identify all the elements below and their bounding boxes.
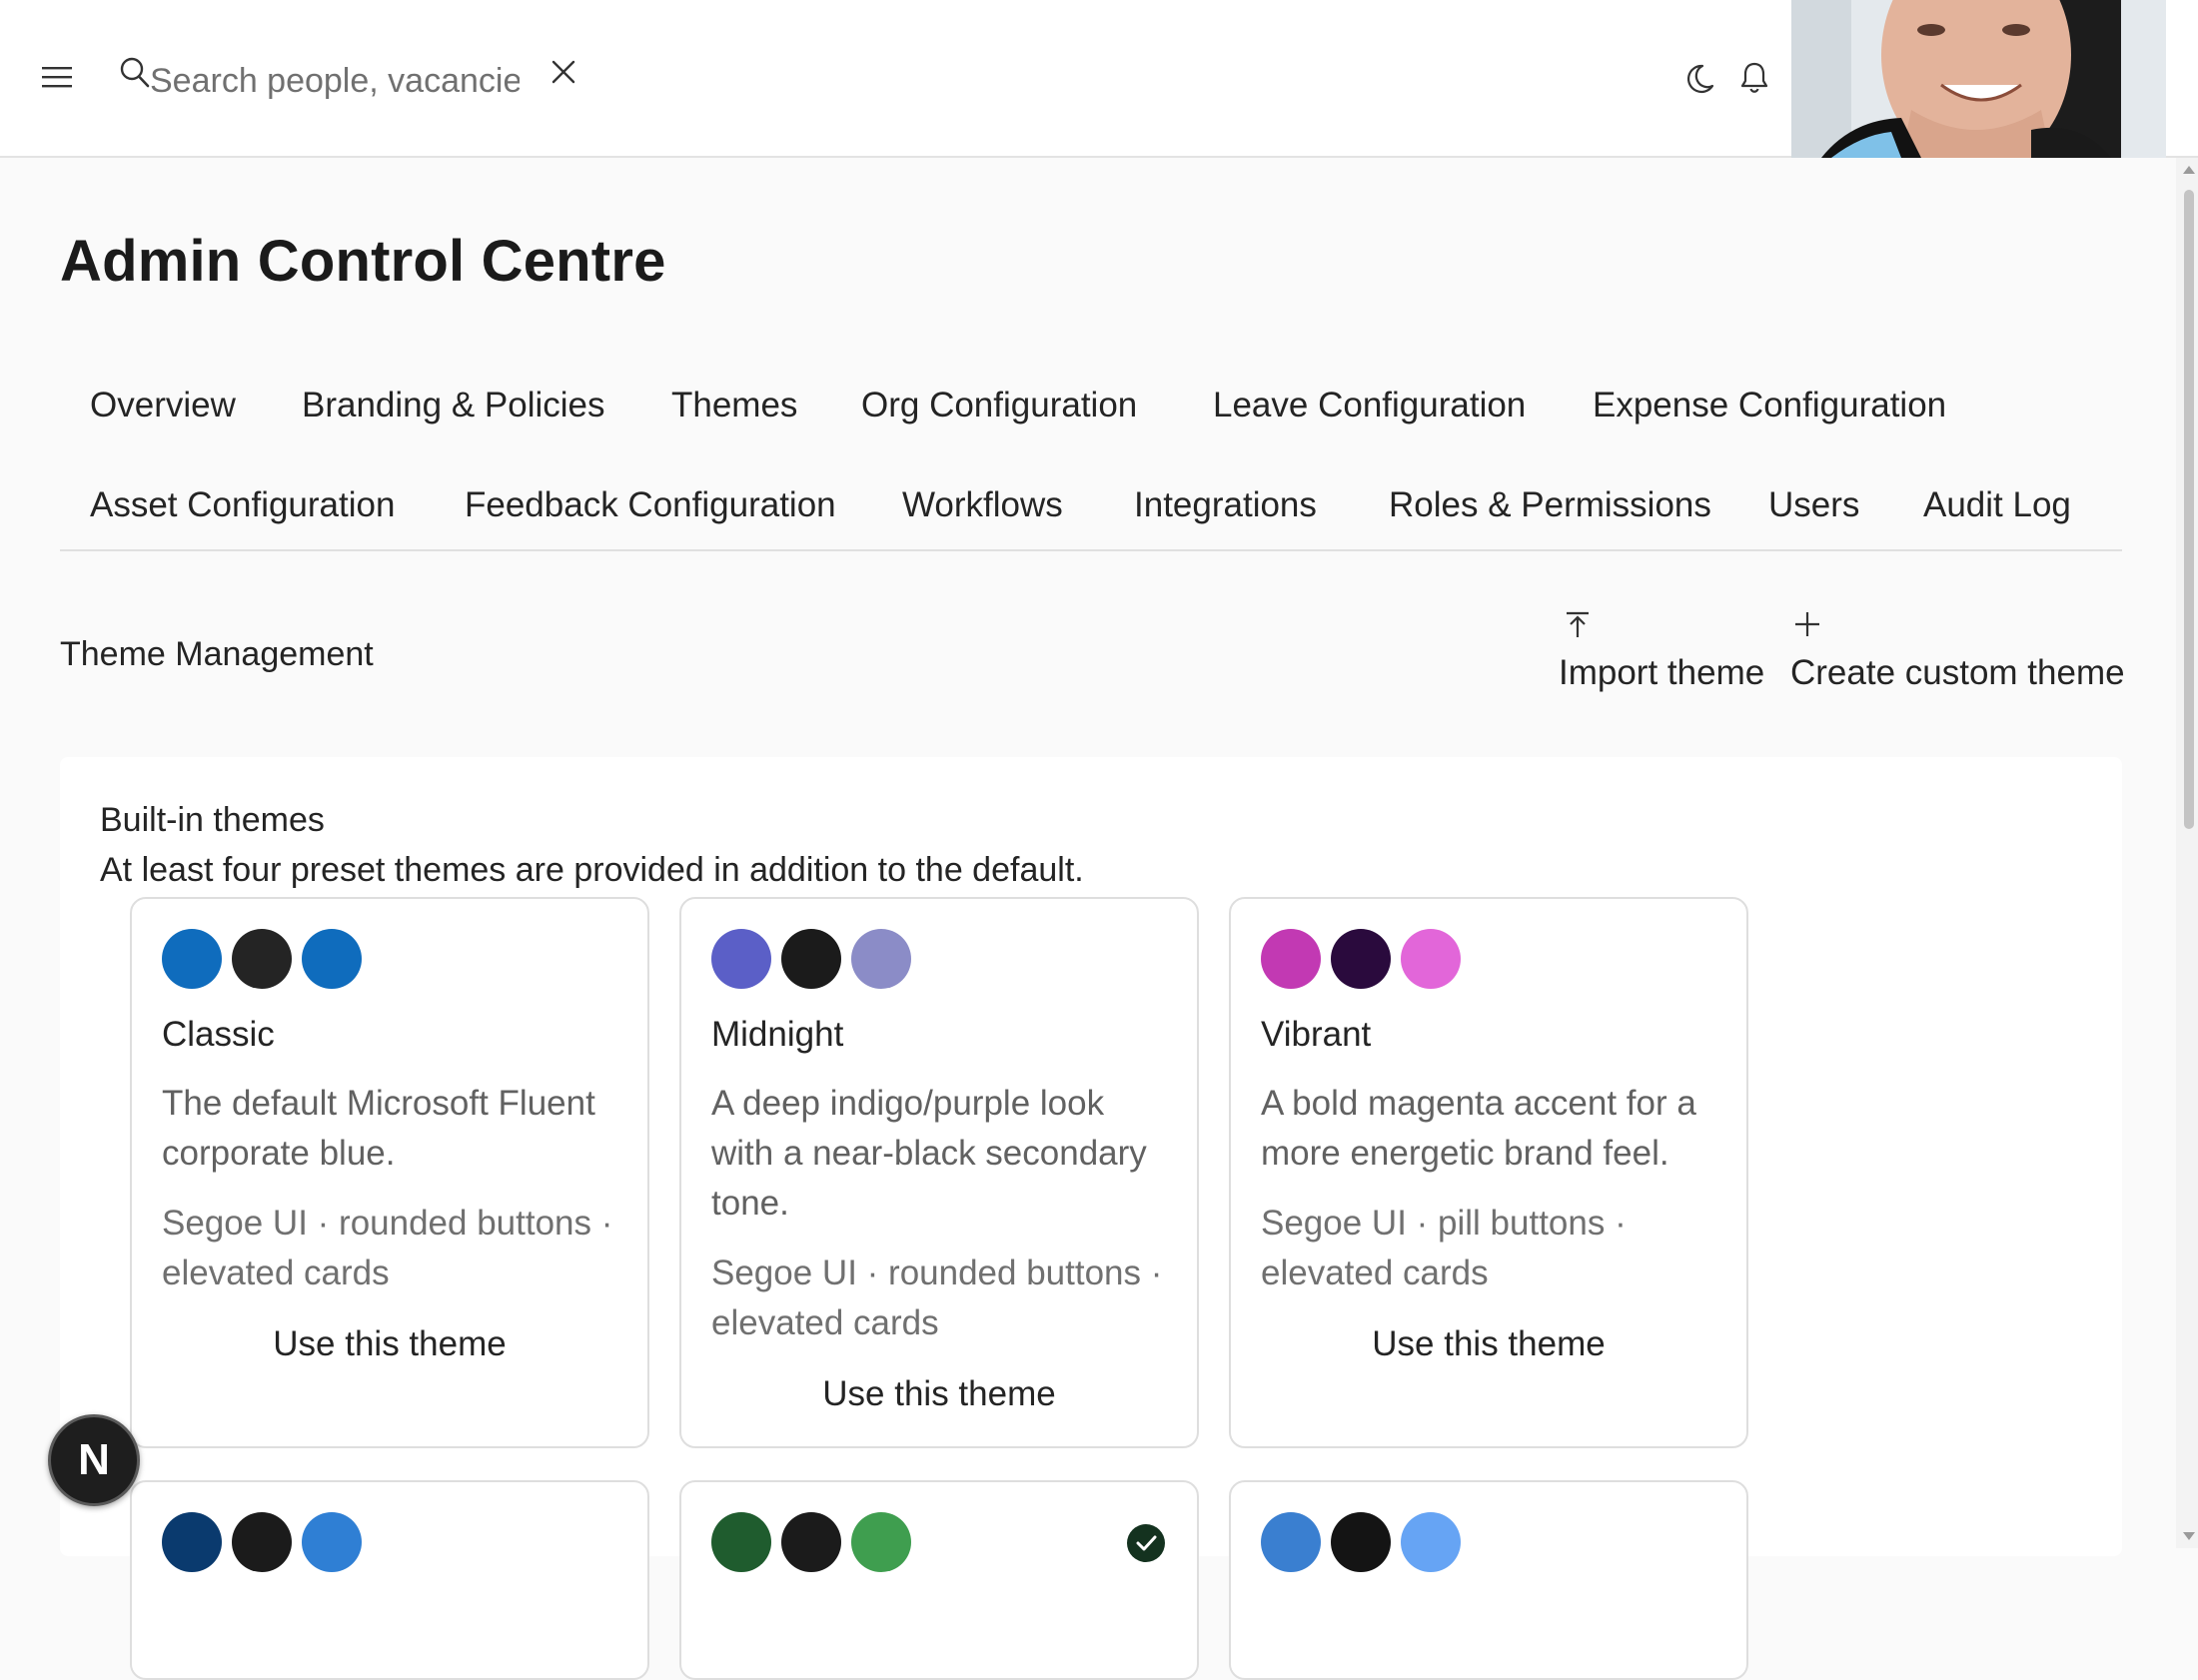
upload-icon xyxy=(1567,611,1589,637)
dev-tools-n-button[interactable]: N xyxy=(48,1414,140,1506)
top-bar xyxy=(0,0,2198,158)
scrollbar-thumb[interactable] xyxy=(2184,190,2194,829)
plus-icon xyxy=(1795,612,1819,636)
tab-feedback-configuration[interactable]: Feedback Configuration xyxy=(465,485,836,525)
import-theme-label: Import theme xyxy=(1559,653,1765,692)
swatch-accent xyxy=(1401,929,1461,989)
close-icon[interactable] xyxy=(550,58,577,86)
page-title: Admin Control Centre xyxy=(60,229,666,294)
search-input[interactable] xyxy=(150,56,520,106)
bell-icon[interactable] xyxy=(1738,60,1770,96)
swatch-primary xyxy=(711,929,771,989)
theme-card[interactable] xyxy=(130,1480,649,1680)
use-theme-button[interactable]: Use this theme xyxy=(681,1374,1197,1414)
theme-meta: Segoe UI · rounded buttons · elevated ca… xyxy=(162,1204,613,1292)
theme-name: Vibrant xyxy=(1261,1015,1372,1054)
theme-description: The default Microsoft Fluent corporate b… xyxy=(162,1084,595,1173)
swatch-primary xyxy=(711,1512,771,1572)
tab-leave-configuration[interactable]: Leave Configuration xyxy=(1213,386,1526,425)
builtin-themes-title: Built-in themes xyxy=(100,801,325,839)
swatch-secondary xyxy=(781,1512,841,1572)
tab-themes[interactable]: Themes xyxy=(671,386,797,425)
theme-description: A bold magenta accent for a more energet… xyxy=(1261,1084,1696,1173)
theme-card-vibrant[interactable]: Vibrant A bold magenta accent for a more… xyxy=(1229,897,1748,1448)
swatch-primary xyxy=(162,929,222,989)
theme-card-midnight[interactable]: Midnight A deep indigo/purple look with … xyxy=(679,897,1199,1448)
theme-card-selected[interactable] xyxy=(679,1480,1199,1680)
theme-card-classic[interactable]: Classic The default Microsoft Fluent cor… xyxy=(130,897,649,1448)
scroll-up-arrow-icon[interactable] xyxy=(2182,164,2196,176)
swatch-accent xyxy=(851,929,911,989)
tab-workflows[interactable]: Workflows xyxy=(902,485,1063,525)
swatch-primary xyxy=(1261,1512,1321,1572)
tab-asset-configuration[interactable]: Asset Configuration xyxy=(90,485,395,525)
swatch-accent xyxy=(302,929,362,989)
section-title: Theme Management xyxy=(60,635,374,673)
theme-name: Midnight xyxy=(711,1015,844,1054)
theme-meta: Segoe UI · pill buttons · elevated cards xyxy=(1261,1204,1627,1292)
swatch-primary xyxy=(1261,929,1321,989)
swatch-secondary xyxy=(1331,1512,1391,1572)
tab-roles-permissions[interactable]: Roles & Permissions xyxy=(1389,485,1711,525)
tab-org-configuration[interactable]: Org Configuration xyxy=(861,386,1137,425)
swatch-secondary xyxy=(232,929,292,989)
avatar[interactable] xyxy=(1791,0,2166,158)
tab-expense-configuration[interactable]: Expense Configuration xyxy=(1593,386,1946,425)
theme-description: A deep indigo/purple look with a near-bl… xyxy=(711,1084,1147,1223)
use-theme-button[interactable]: Use this theme xyxy=(1231,1324,1746,1364)
selected-check-icon xyxy=(1127,1524,1165,1562)
use-theme-button[interactable]: Use this theme xyxy=(132,1324,647,1364)
scroll-down-arrow-icon[interactable] xyxy=(2182,1530,2196,1542)
tab-list: Overview Branding & Policies Themes Org … xyxy=(60,370,2122,551)
moon-icon[interactable] xyxy=(1682,62,1716,96)
builtin-themes-subtitle: At least four preset themes are provided… xyxy=(100,851,1084,889)
tab-overview[interactable]: Overview xyxy=(90,386,236,425)
swatch-secondary xyxy=(232,1512,292,1572)
tab-users[interactable]: Users xyxy=(1768,485,1859,525)
search-icon xyxy=(120,57,150,88)
theme-meta: Segoe UI · rounded buttons · elevated ca… xyxy=(711,1254,1163,1342)
theme-name: Classic xyxy=(162,1015,275,1054)
swatch-secondary xyxy=(781,929,841,989)
swatch-accent xyxy=(851,1512,911,1572)
swatch-primary xyxy=(162,1512,222,1572)
tab-integrations[interactable]: Integrations xyxy=(1134,485,1317,525)
hamburger-menu-icon[interactable] xyxy=(40,62,74,92)
swatch-secondary xyxy=(1331,929,1391,989)
swatch-accent xyxy=(1401,1512,1461,1572)
theme-card[interactable] xyxy=(1229,1480,1748,1680)
create-custom-theme-label: Create custom theme xyxy=(1790,653,2125,692)
tab-branding-policies[interactable]: Branding & Policies xyxy=(302,386,605,425)
tab-audit-log[interactable]: Audit Log xyxy=(1923,485,2071,525)
swatch-accent xyxy=(302,1512,362,1572)
